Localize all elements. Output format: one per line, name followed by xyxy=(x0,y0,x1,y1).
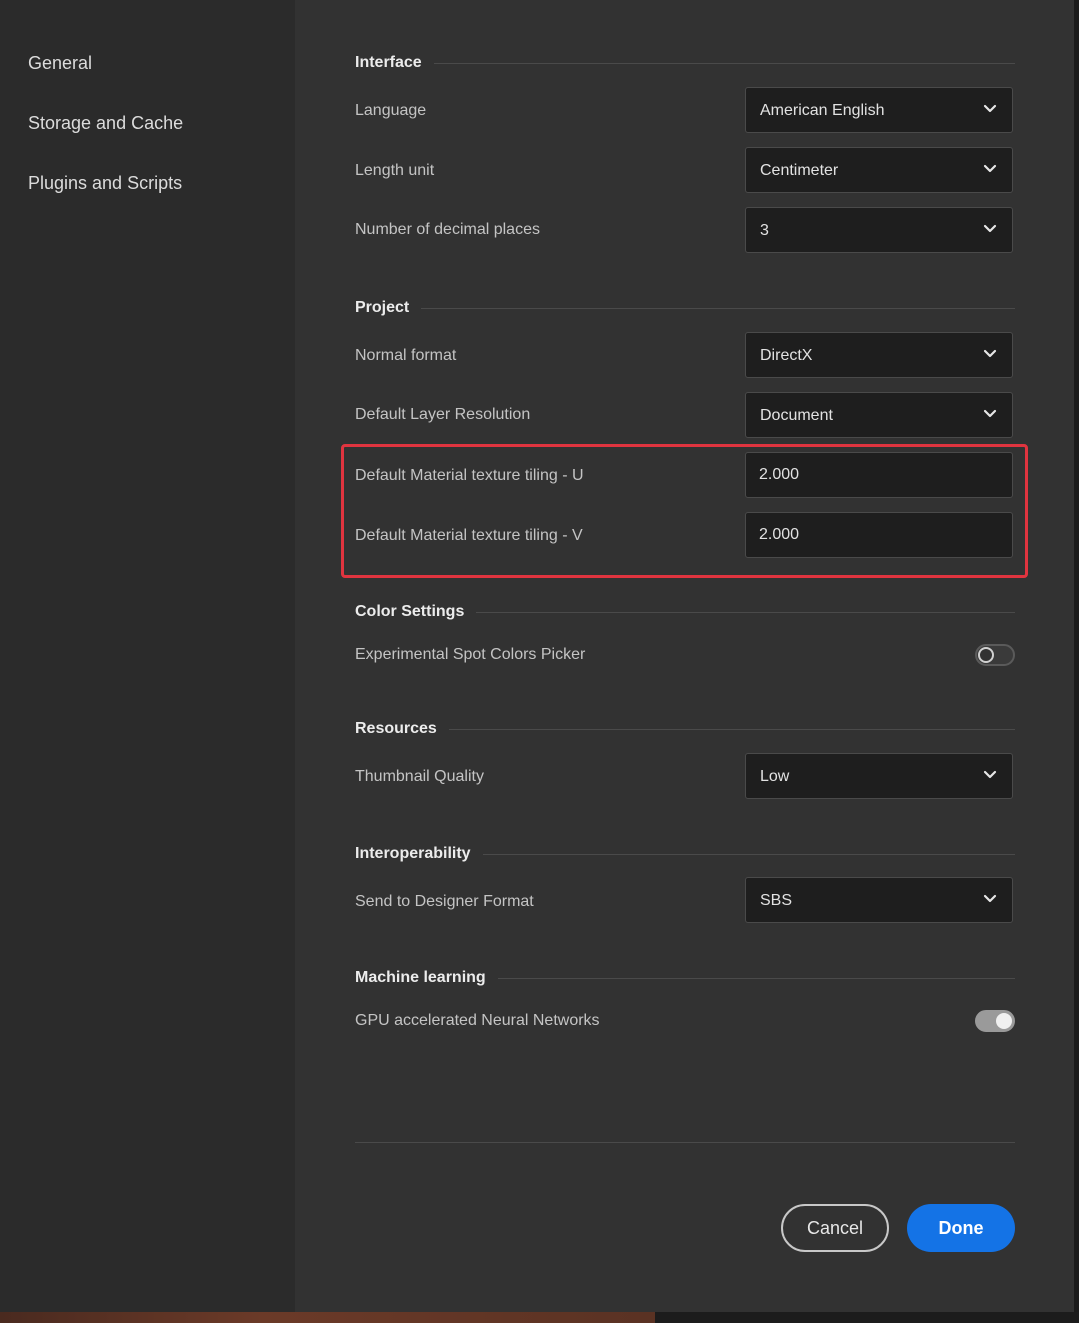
section-title-project: Project xyxy=(355,299,410,316)
normal-format-label: Normal format xyxy=(355,347,457,364)
decimal-places-label: Number of decimal places xyxy=(355,221,540,238)
section-title-machine-learning: Machine learning xyxy=(355,969,486,986)
chevron-down-icon xyxy=(983,894,997,903)
layer-resolution-label: Default Layer Resolution xyxy=(355,406,531,423)
background-strip xyxy=(0,1312,1079,1323)
section-title-color-settings: Color Settings xyxy=(355,603,465,620)
cancel-button[interactable]: Cancel xyxy=(781,1204,889,1252)
sidebar: General Storage and Cache Plugins and Sc… xyxy=(0,0,295,1312)
designer-format-dropdown[interactable]: SBS xyxy=(745,877,1013,923)
decimal-places-value: 3 xyxy=(760,222,769,239)
thumbnail-quality-value: Low xyxy=(760,768,790,785)
chevron-down-icon xyxy=(983,104,997,113)
section-divider xyxy=(421,307,1015,309)
gpu-neural-label: GPU accelerated Neural Networks xyxy=(355,1012,600,1029)
spot-colors-label: Experimental Spot Colors Picker xyxy=(355,646,586,663)
language-value: American English xyxy=(760,102,885,119)
background-wallpaper xyxy=(0,1312,655,1323)
chevron-down-icon xyxy=(983,224,997,233)
toggle-knob xyxy=(978,647,994,663)
section-header-interface: Interface xyxy=(355,53,1015,73)
section-header-color-settings: Color Settings xyxy=(355,602,1015,622)
length-unit-label: Length unit xyxy=(355,162,435,179)
section-divider xyxy=(476,611,1015,613)
chevron-down-icon xyxy=(983,770,997,779)
length-unit-dropdown[interactable]: Centimeter xyxy=(745,147,1013,193)
chevron-down-icon xyxy=(983,409,997,418)
sidebar-item-plugins-and-scripts[interactable]: Plugins and Scripts xyxy=(28,173,182,194)
gpu-neural-toggle[interactable] xyxy=(975,1010,1015,1032)
preferences-dialog: General Storage and Cache Plugins and Sc… xyxy=(0,0,1074,1312)
thumbnail-quality-dropdown[interactable]: Low xyxy=(745,753,1013,799)
section-divider xyxy=(497,977,1015,979)
decimal-places-dropdown[interactable]: 3 xyxy=(745,207,1013,253)
section-header-machine-learning: Machine learning xyxy=(355,968,1015,988)
toggle-knob xyxy=(996,1013,1012,1029)
layer-resolution-dropdown[interactable]: Document xyxy=(745,392,1013,438)
normal-format-value: DirectX xyxy=(760,347,813,364)
section-header-interoperability: Interoperability xyxy=(355,844,1015,864)
chevron-down-icon xyxy=(983,349,997,358)
language-label: Language xyxy=(355,102,427,119)
chevron-down-icon xyxy=(983,164,997,173)
normal-format-dropdown[interactable]: DirectX xyxy=(745,332,1013,378)
spot-colors-toggle[interactable] xyxy=(975,644,1015,666)
designer-format-label: Send to Designer Format xyxy=(355,893,534,910)
layer-resolution-value: Document xyxy=(760,407,833,424)
section-header-project: Project xyxy=(355,298,1015,318)
section-divider xyxy=(482,853,1015,855)
length-unit-value: Centimeter xyxy=(760,162,839,179)
section-title-interoperability: Interoperability xyxy=(355,845,471,862)
sidebar-item-storage-and-cache[interactable]: Storage and Cache xyxy=(28,113,183,134)
section-divider xyxy=(448,728,1015,730)
section-divider xyxy=(433,62,1015,64)
section-header-resources: Resources xyxy=(355,719,1015,739)
section-title-interface: Interface xyxy=(355,54,422,71)
footer-divider xyxy=(355,1142,1015,1143)
designer-format-value: SBS xyxy=(760,892,793,909)
thumbnail-quality-label: Thumbnail Quality xyxy=(355,768,484,785)
highlight-box xyxy=(341,444,1028,578)
done-button[interactable]: Done xyxy=(907,1204,1015,1252)
language-dropdown[interactable]: American English xyxy=(745,87,1013,133)
sidebar-item-general[interactable]: General xyxy=(28,53,92,74)
section-title-resources: Resources xyxy=(355,720,437,737)
